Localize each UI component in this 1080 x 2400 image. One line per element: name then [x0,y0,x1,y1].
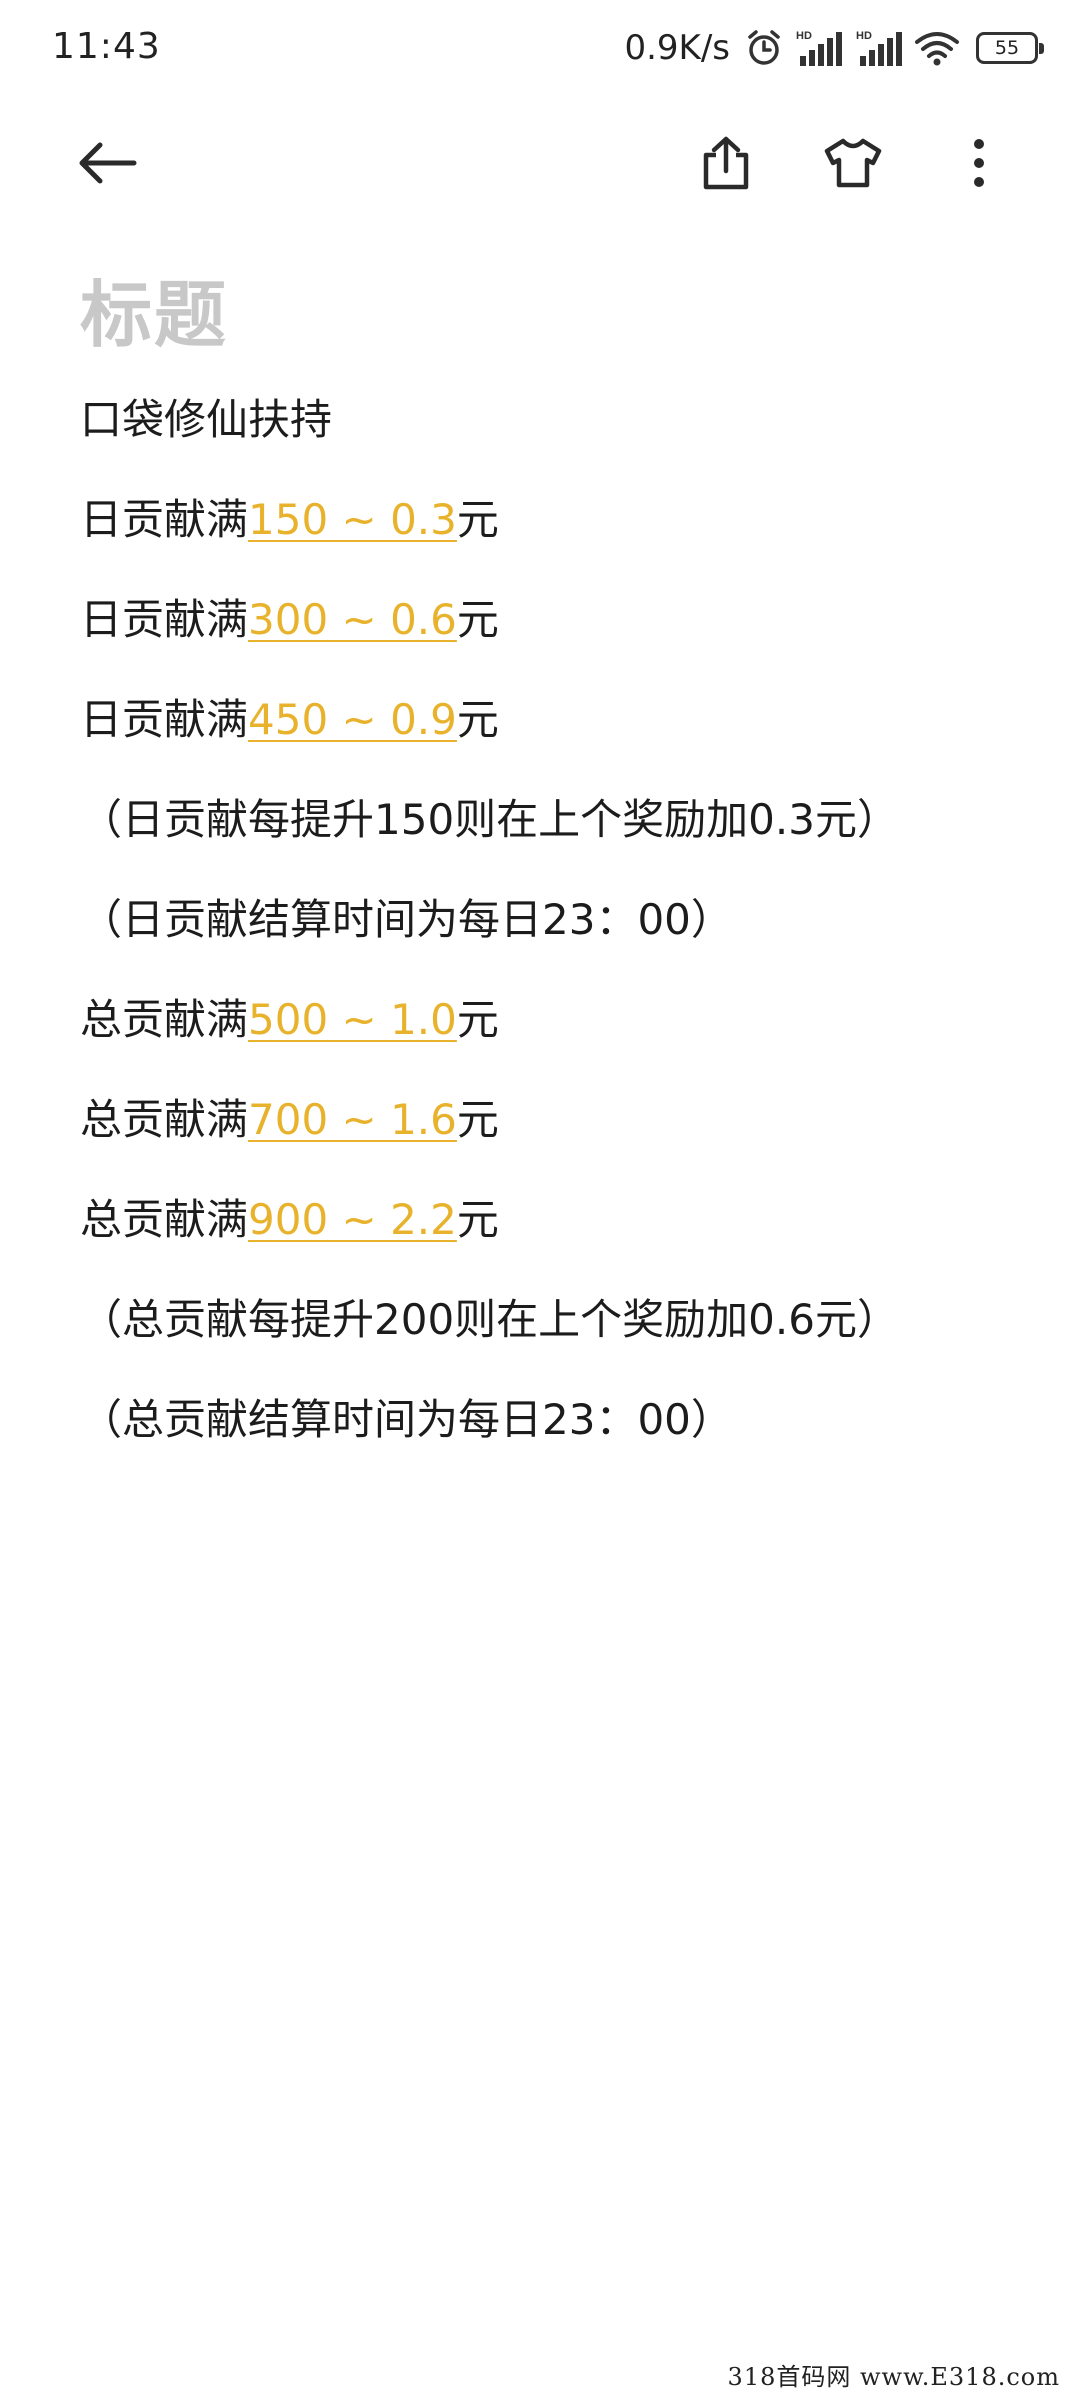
note-toolbar [0,118,1080,208]
line-prefix: 日贡献满 [80,495,249,544]
share-icon [703,136,749,190]
daily-reward-line: 日贡献满150 ~ 0.3元 [80,485,1040,585]
signal-hd-icon: HD [794,28,844,68]
daily-note-settlement: （日贡献结算时间为每日23：00） [80,895,733,944]
line-suffix: 元 [456,695,499,744]
svg-text:HD: HD [796,30,812,42]
line-prefix: 总贡献满 [80,1095,249,1144]
note-title-field[interactable]: 标题 [80,256,228,361]
line-suffix: 元 [456,1195,499,1244]
share-button[interactable] [681,118,771,208]
reward-link[interactable]: 150 ~ 0.3 [248,495,457,544]
back-button[interactable] [62,118,152,208]
alarm-icon [744,28,784,68]
signal-hd-icon: HD [854,28,904,68]
status-time: 11:43 [52,26,161,67]
reward-link[interactable]: 450 ~ 0.9 [248,695,457,744]
line-suffix: 元 [456,995,499,1044]
line-prefix: 总贡献满 [80,1195,249,1244]
line-prefix: 日贡献满 [80,695,249,744]
reward-link[interactable]: 900 ~ 2.2 [248,1195,457,1244]
screen: 11:43 0.9K/s HD HD 55 标题 口袋修仙扶持 日贡献满150 … [0,0,1080,2400]
reward-link[interactable]: 500 ~ 1.0 [248,995,457,1044]
daily-reward-line: 日贡献满450 ~ 0.9元 [80,685,1040,785]
more-vertical-icon [974,139,984,187]
total-reward-line: 总贡献满700 ~ 1.6元 [80,1085,1040,1185]
daily-note-increment: （日贡献每提升150则在上个奖励加0.3元） [80,795,899,844]
watermark: 318首码网 www.E318.com [727,2363,1060,2391]
note-heading: 口袋修仙扶持 [80,395,333,444]
daily-reward-line: 日贡献满300 ~ 0.6元 [80,585,1040,685]
tshirt-icon [824,138,882,188]
reward-link[interactable]: 700 ~ 1.6 [248,1095,457,1144]
svg-text:HD: HD [856,30,872,42]
line-prefix: 总贡献满 [80,995,249,1044]
note-body[interactable]: 口袋修仙扶持 日贡献满150 ~ 0.3元 日贡献满300 ~ 0.6元 日贡献… [80,385,1040,1485]
total-note-increment: （总贡献每提升200则在上个奖励加0.6元） [80,1295,899,1344]
total-reward-line: 总贡献满500 ~ 1.0元 [80,985,1040,1085]
battery-level: 55 [994,37,1020,59]
line-suffix: 元 [456,1095,499,1144]
back-arrow-icon [79,142,137,184]
more-options-button[interactable] [934,118,1024,208]
line-suffix: 元 [456,595,499,644]
network-speed: 0.9K/s [624,28,730,68]
battery-icon: 55 [976,32,1044,64]
reward-link[interactable]: 300 ~ 0.6 [248,595,457,644]
status-bar: 11:43 0.9K/s HD HD 55 [0,0,1080,96]
total-reward-line: 总贡献满900 ~ 2.2元 [80,1185,1040,1285]
line-prefix: 日贡献满 [80,595,249,644]
total-note-settlement: （总贡献结算时间为每日23：00） [80,1395,733,1444]
theme-button[interactable] [808,118,898,208]
wifi-icon [914,28,960,68]
line-suffix: 元 [456,495,499,544]
status-icons: 0.9K/s HD HD 55 [624,22,1044,74]
